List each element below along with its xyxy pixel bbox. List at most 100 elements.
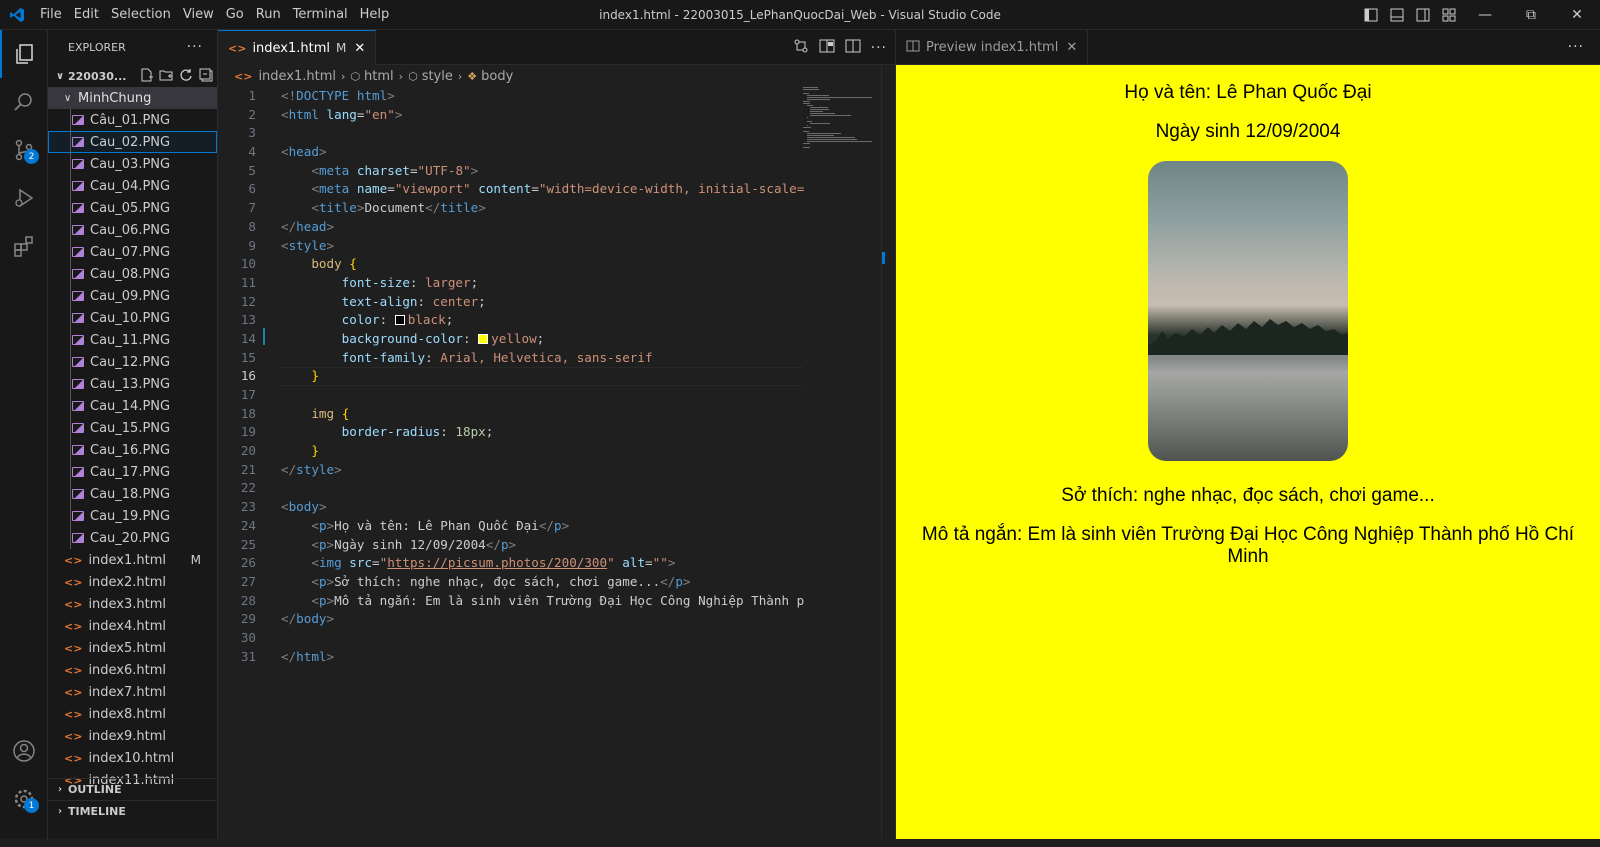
close-icon[interactable]: ✕: [1066, 40, 1077, 55]
vertical-scrollbar[interactable]: [881, 65, 895, 839]
explorer-image-file[interactable]: Cau_18.PNG: [48, 483, 217, 505]
new-folder-icon[interactable]: [159, 68, 173, 85]
minimap[interactable]: [803, 87, 881, 847]
accounts-icon[interactable]: [0, 727, 48, 775]
explorer-image-file[interactable]: Cau_10.PNG: [48, 307, 217, 329]
code-line[interactable]: 3: [218, 124, 895, 143]
toggle-primary-sidebar-icon[interactable]: [1358, 0, 1384, 30]
code-line[interactable]: 24 <p>Họ và tên: Lê Phan Quốc Đại</p>: [218, 517, 895, 536]
explorer-image-file[interactable]: Cau_08.PNG: [48, 263, 217, 285]
compare-changes-icon[interactable]: [793, 38, 809, 58]
code-line[interactable]: 2 <html lang="en">: [218, 106, 895, 125]
restore-icon[interactable]: ⧉: [1508, 0, 1554, 30]
code-line[interactable]: 30: [218, 629, 895, 648]
explorer-image-file[interactable]: Câu_01.PNG: [48, 109, 217, 131]
explorer-image-file[interactable]: Cau_17.PNG: [48, 461, 217, 483]
code-line[interactable]: 22: [218, 479, 895, 498]
explorer-image-file[interactable]: Cau_09.PNG: [48, 285, 217, 307]
explorer-html-file[interactable]: <> index3.html: [48, 593, 217, 615]
minimize-icon[interactable]: —: [1462, 0, 1508, 30]
explorer-html-file[interactable]: <> index8.html: [48, 703, 217, 725]
explorer-image-file[interactable]: Cau_19.PNG: [48, 505, 217, 527]
code-line[interactable]: 15 font-family: Arial, Helvetica, sans-s…: [218, 349, 895, 368]
new-file-icon[interactable]: [139, 68, 153, 85]
toggle-secondary-sidebar-icon[interactable]: [1410, 0, 1436, 30]
code-line[interactable]: 7 <title>Document</title>: [218, 199, 895, 218]
explorer-html-file[interactable]: <> index5.html: [48, 637, 217, 659]
explorer-icon[interactable]: [0, 30, 48, 78]
menu-terminal[interactable]: Terminal: [287, 7, 354, 22]
explorer-image-file[interactable]: Cau_14.PNG: [48, 395, 217, 417]
explorer-image-file[interactable]: Cau_06.PNG: [48, 219, 217, 241]
menu-selection[interactable]: Selection: [105, 7, 177, 22]
code-line[interactable]: 18 img {: [218, 405, 895, 424]
code-line[interactable]: 12 text-align: center;: [218, 293, 895, 312]
tab-index1-html[interactable]: <> index1.html M ✕: [218, 30, 377, 65]
code-line[interactable]: 27 <p>Sở thích: nghe nhạc, đọc sách, chơ…: [218, 573, 895, 592]
workspace-header[interactable]: ∨ 220030...: [48, 65, 217, 87]
explorer-more-icon[interactable]: ···: [187, 39, 203, 55]
run-debug-icon[interactable]: [0, 174, 48, 222]
folder-minhchung[interactable]: ∨ MinhChung: [48, 87, 217, 109]
more-actions-icon[interactable]: ···: [1568, 39, 1584, 55]
toggle-panel-icon[interactable]: [1384, 0, 1410, 30]
menu-edit[interactable]: Edit: [68, 7, 105, 22]
code-line[interactable]: 19 border-radius: 18px;: [218, 423, 895, 442]
explorer-html-file[interactable]: <> index10.html: [48, 747, 217, 769]
manage-gear-icon[interactable]: 1: [0, 775, 48, 823]
code-line[interactable]: 4 <head>: [218, 143, 895, 162]
outline-section[interactable]: › OUTLINE: [48, 778, 218, 800]
code-line[interactable]: 17: [218, 386, 895, 405]
code-area[interactable]: 1 <!DOCTYPE html> 2 <html lang="en"> 3 4 <head…: [218, 87, 895, 666]
breadcrumb-body[interactable]: body: [481, 69, 513, 84]
explorer-image-file[interactable]: Cau_07.PNG: [48, 241, 217, 263]
close-window-icon[interactable]: ✕: [1554, 0, 1600, 30]
breadcrumb-style[interactable]: style: [422, 69, 453, 84]
code-line[interactable]: 26 <img src="https://picsum.photos/200/3…: [218, 554, 895, 573]
code-line[interactable]: 25 <p>Ngày sinh 12/09/2004</p>: [218, 536, 895, 555]
code-line[interactable]: 16 }: [218, 367, 895, 386]
menu-view[interactable]: View: [177, 7, 220, 22]
code-line[interactable]: 11 font-size: larger;: [218, 274, 895, 293]
explorer-html-file[interactable]: <> index9.html: [48, 725, 217, 747]
explorer-image-file[interactable]: Cau_04.PNG: [48, 175, 217, 197]
code-line[interactable]: 14 background-color: yellow;: [218, 330, 895, 349]
explorer-image-file[interactable]: Cau_05.PNG: [48, 197, 217, 219]
explorer-html-file[interactable]: <> index7.html: [48, 681, 217, 703]
explorer-html-file[interactable]: <> index1.html M: [48, 549, 217, 571]
extensions-icon[interactable]: [0, 222, 48, 270]
source-control-icon[interactable]: 2: [0, 126, 48, 174]
close-icon[interactable]: ✕: [354, 41, 365, 56]
more-actions-icon[interactable]: ···: [871, 40, 887, 56]
code-line[interactable]: 31 </html>: [218, 648, 895, 667]
code-line[interactable]: 20 }: [218, 442, 895, 461]
menu-run[interactable]: Run: [250, 7, 287, 22]
explorer-image-file[interactable]: Cau_13.PNG: [48, 373, 217, 395]
code-line[interactable]: 23 <body>: [218, 498, 895, 517]
code-line[interactable]: 13 color: black;: [218, 311, 895, 330]
explorer-html-file[interactable]: <> index6.html: [48, 659, 217, 681]
explorer-html-file[interactable]: <> index2.html: [48, 571, 217, 593]
open-preview-icon[interactable]: [819, 38, 835, 58]
menu-go[interactable]: Go: [220, 7, 250, 22]
code-line[interactable]: 9 <style>: [218, 237, 895, 256]
explorer-image-file[interactable]: Cau_15.PNG: [48, 417, 217, 439]
menu-help[interactable]: Help: [354, 7, 396, 22]
explorer-image-file[interactable]: Cau_20.PNG: [48, 527, 217, 549]
code-line[interactable]: 6 <meta name="viewport" content="width=d…: [218, 180, 895, 199]
explorer-image-file[interactable]: Cau_03.PNG: [48, 153, 217, 175]
code-line[interactable]: 10 body {: [218, 255, 895, 274]
code-line[interactable]: 29 </body>: [218, 610, 895, 629]
split-editor-icon[interactable]: [845, 38, 861, 58]
explorer-html-file[interactable]: <> index4.html: [48, 615, 217, 637]
tab-preview[interactable]: Preview index1.html ✕: [896, 30, 1089, 65]
code-line[interactable]: 5 <meta charset="UTF-8">: [218, 162, 895, 181]
timeline-section[interactable]: › TIMELINE: [48, 800, 218, 822]
refresh-icon[interactable]: [179, 68, 193, 85]
code-line[interactable]: 8 </head>: [218, 218, 895, 237]
code-line[interactable]: 1 <!DOCTYPE html>: [218, 87, 895, 106]
code-line[interactable]: 28 <p>Mô tả ngắn: Em là sinh viên Trường…: [218, 592, 895, 611]
breadcrumb-file[interactable]: index1.html: [258, 69, 336, 84]
explorer-image-file[interactable]: Cau_16.PNG: [48, 439, 217, 461]
code-line[interactable]: 21 </style>: [218, 461, 895, 480]
